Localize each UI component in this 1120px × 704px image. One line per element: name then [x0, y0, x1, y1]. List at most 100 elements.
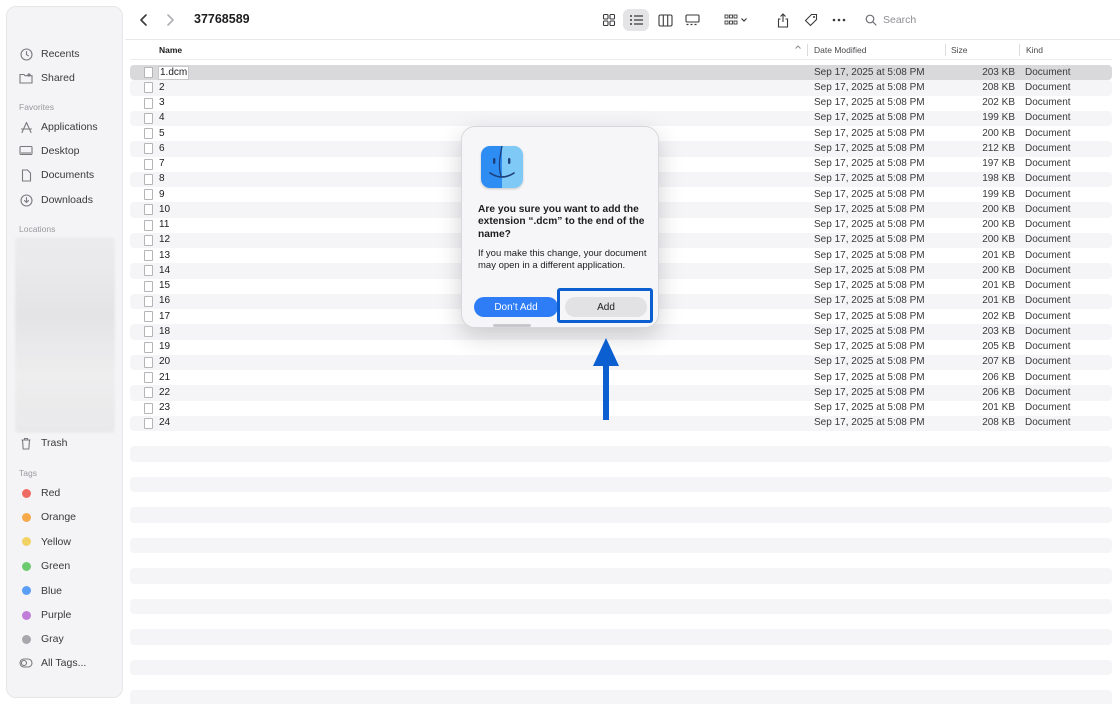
file-date: Sep 17, 2025 at 5:08 PM	[814, 341, 925, 352]
search-field[interactable]: Search	[865, 9, 1105, 31]
tag-color-dot	[22, 512, 31, 522]
column-date-header[interactable]: Date Modified	[814, 45, 866, 55]
dialog-message: If you make this change, your document m…	[478, 248, 647, 271]
file-date: Sep 17, 2025 at 5:08 PM	[814, 173, 925, 185]
file-row[interactable]: 3 Sep 17, 2025 at 5:08 PM 202 KB Document	[130, 96, 1112, 111]
empty-row	[130, 523, 1112, 538]
file-kind: Document	[1025, 112, 1071, 124]
share-button[interactable]	[773, 9, 793, 31]
column-header: Name Date Modified Size Kind	[130, 40, 1112, 60]
sidebar-item-all-tags[interactable]: All Tags...	[19, 654, 86, 672]
icon-view-button[interactable]	[596, 9, 622, 31]
forward-button[interactable]	[161, 11, 179, 29]
file-name: 17	[159, 310, 171, 322]
column-size-header[interactable]: Size	[951, 45, 968, 55]
file-icon	[144, 372, 153, 383]
file-name: 7	[159, 158, 165, 169]
columns-icon	[657, 13, 673, 27]
empty-row	[130, 629, 1112, 645]
dont-add-button[interactable]: Don’t Add	[474, 297, 558, 317]
sidebar-item-documents[interactable]: Documents	[19, 166, 94, 184]
sidebar-tag-yellow[interactable]: Yellow	[19, 533, 71, 551]
file-name: 11	[159, 219, 170, 230]
back-button[interactable]	[135, 11, 153, 29]
file-size: 207 KB	[982, 356, 1015, 368]
file-icon	[144, 82, 153, 94]
file-name-editing[interactable]: 1.dcm	[158, 65, 190, 80]
file-name: 3	[159, 97, 165, 108]
add-button-highlight	[557, 288, 653, 323]
file-size: 198 KB	[982, 173, 1015, 185]
file-size: 200 KB	[982, 127, 1015, 139]
file-size: 206 KB	[982, 386, 1015, 398]
file-icon	[144, 387, 153, 399]
file-kind: Document	[1025, 219, 1071, 230]
column-view-button[interactable]	[652, 9, 678, 31]
sidebar-tag-purple[interactable]: Purple	[19, 606, 71, 624]
grid-icon	[602, 13, 616, 27]
group-by-button[interactable]	[721, 9, 753, 31]
file-kind: Document	[1025, 280, 1071, 291]
sidebar-tag-orange[interactable]: Orange	[19, 508, 76, 526]
locations-redacted-area	[15, 237, 115, 433]
sidebar-tag-red[interactable]: Red	[19, 484, 60, 502]
file-name: 23	[159, 402, 171, 413]
file-name: 12	[159, 234, 171, 246]
file-row[interactable]: 2 Sep 17, 2025 at 5:08 PM 208 KB Document	[130, 80, 1112, 96]
sidebar-item-shared[interactable]: Shared	[19, 69, 75, 87]
sidebar-item-recents[interactable]: Recents	[19, 45, 80, 63]
file-row[interactable]: 1.dcm Sep 17, 2025 at 5:08 PM 203 KB Docume…	[130, 65, 1112, 81]
empty-row	[130, 584, 1112, 599]
file-size: 200 KB	[982, 203, 1015, 215]
sidebar-tag-blue[interactable]: Blue	[19, 582, 62, 600]
file-date: Sep 17, 2025 at 5:08 PM	[814, 234, 925, 246]
file-name: 9	[159, 188, 165, 200]
tags-heading: Tags	[19, 468, 37, 478]
sidebar-item-label: Gray	[41, 633, 64, 646]
chevron-left-icon	[140, 14, 147, 26]
file-kind: Document	[1025, 81, 1071, 93]
file-date: Sep 17, 2025 at 5:08 PM	[814, 158, 925, 169]
tag-button[interactable]	[801, 9, 821, 31]
file-name: 13	[159, 249, 171, 261]
sidebar-item-applications[interactable]: Applications	[19, 118, 98, 136]
file-kind: Document	[1025, 325, 1071, 337]
file-size: 200 KB	[982, 234, 1015, 246]
file-date: Sep 17, 2025 at 5:08 PM	[814, 264, 925, 276]
sidebar-tag-gray[interactable]: Gray	[19, 630, 64, 648]
column-name-header[interactable]: Name	[159, 45, 182, 55]
sidebar-item-trash[interactable]: Trash	[19, 434, 67, 452]
file-date: Sep 17, 2025 at 5:08 PM	[814, 112, 925, 124]
column-kind-header[interactable]: Kind	[1026, 45, 1043, 55]
sidebar-tag-green[interactable]: Green	[19, 557, 70, 575]
file-size: 201 KB	[982, 402, 1015, 413]
empty-row	[130, 614, 1112, 629]
list-view-button[interactable]	[623, 9, 649, 31]
empty-row	[130, 462, 1112, 477]
sidebar-item-label: Applications	[41, 121, 98, 133]
file-date: Sep 17, 2025 at 5:08 PM	[814, 142, 925, 154]
file-size: 199 KB	[982, 188, 1015, 200]
gallery-view-button[interactable]	[679, 9, 705, 31]
file-icon	[144, 219, 153, 231]
toolbar: 37768589 Search	[125, 0, 1120, 40]
file-icon	[144, 67, 153, 78]
sidebar-item-label: Orange	[41, 511, 77, 524]
more-button[interactable]	[829, 9, 849, 31]
file-icon	[144, 204, 153, 216]
file-icon	[144, 417, 153, 429]
file-size: 202 KB	[982, 97, 1015, 108]
file-icon	[144, 158, 153, 170]
file-kind: Document	[1025, 402, 1071, 413]
file-size: 203 KB	[982, 66, 1015, 78]
sidebar-item-downloads[interactable]: Downloads	[19, 191, 93, 209]
sidebar-item-desktop[interactable]: Desktop	[19, 142, 80, 160]
file-row[interactable]: 4 Sep 17, 2025 at 5:08 PM 199 KB Document	[130, 110, 1112, 126]
file-date: Sep 17, 2025 at 5:08 PM	[814, 310, 925, 322]
file-kind: Document	[1025, 356, 1071, 368]
sidebar-item-label: Trash	[41, 437, 68, 449]
sidebar-item-label: All Tags...	[41, 657, 87, 669]
file-kind: Document	[1025, 188, 1071, 200]
file-date: Sep 17, 2025 at 5:08 PM	[814, 249, 925, 261]
empty-row	[130, 431, 1112, 446]
